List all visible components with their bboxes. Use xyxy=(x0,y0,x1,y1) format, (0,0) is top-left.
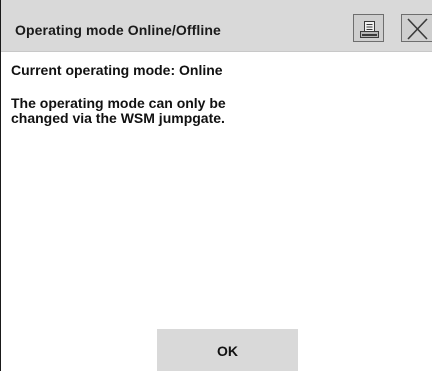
dialog-title: Operating mode Online/Offline xyxy=(15,22,221,38)
ok-button[interactable]: OK xyxy=(157,329,298,371)
info-message: The operating mode can only be changed v… xyxy=(11,95,226,126)
current-mode-text: Current operating mode: Online xyxy=(11,62,223,78)
print-button[interactable] xyxy=(353,14,384,42)
operating-mode-dialog: Operating mode Online/Offline Current op… xyxy=(0,0,432,371)
close-button[interactable] xyxy=(401,14,432,42)
printer-icon xyxy=(360,21,379,38)
dialog-titlebar: Operating mode Online/Offline xyxy=(1,0,432,52)
dialog-content: Current operating mode: Online The opera… xyxy=(11,63,424,126)
close-icon xyxy=(407,18,428,40)
